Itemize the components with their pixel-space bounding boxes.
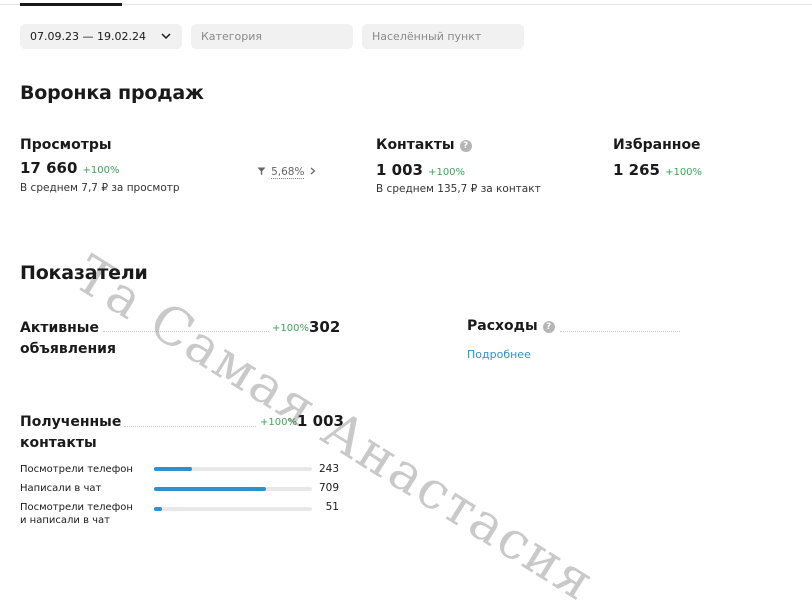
help-icon[interactable]: ? — [459, 140, 472, 152]
category-select[interactable]: Категория — [191, 24, 353, 49]
breakdown-label-line1: Посмотрели телефон — [20, 464, 133, 475]
breakdown-bar-fill — [154, 507, 162, 511]
breakdown-label-line2: и написали в чат — [20, 515, 111, 526]
favorites-value: 1 265 — [613, 161, 660, 179]
date-range-select[interactable]: 07.09.23 — 19.02.24 — [20, 24, 182, 49]
received-contacts-label-line2: контакты — [20, 435, 97, 451]
views-subtext: В среднем 7,7 ₽ за просмотр — [20, 182, 180, 194]
breakdown-bar-fill — [154, 467, 192, 471]
leader-dots — [103, 331, 269, 332]
leader-dots — [560, 331, 680, 332]
contacts-value: 1 003 — [376, 161, 423, 179]
funnel-title: Воронка продаж — [20, 82, 204, 104]
received-contacts-value: 1 003 — [297, 412, 344, 430]
breakdown-value: 51 — [325, 501, 339, 513]
active-ads-value: 302 — [309, 318, 341, 336]
breakdown-value: 243 — [318, 463, 339, 475]
filter-funnel-icon — [257, 167, 266, 176]
date-range-value: 07.09.23 — 19.02.24 — [30, 30, 146, 43]
conversion-value: 5,68% — [271, 166, 305, 179]
contacts-metric: 1 003 +100% — [376, 160, 465, 179]
chevron-down-icon — [161, 33, 171, 40]
received-contacts-change: +100% — [260, 417, 297, 428]
breakdown-label: Посмотрели телефон и написали в чат — [20, 501, 133, 527]
favorites-metric: 1 265 +100% — [613, 160, 702, 179]
contacts-label: Контакты — [376, 137, 455, 153]
breakdown-label-line1: Написали в чат — [20, 483, 102, 494]
contacts-subtext: В среднем 135,7 ₽ за контакт — [376, 183, 541, 195]
views-conversion[interactable]: 5,68% — [257, 160, 316, 179]
contacts-change: +100% — [428, 167, 466, 178]
indicators-title: Показатели — [20, 262, 148, 284]
leader-dots — [124, 426, 256, 427]
breakdown-bar-fill — [154, 487, 267, 491]
contacts-label-wrap: Контакты? — [376, 137, 472, 153]
received-contacts-label-line1: Полученные — [20, 414, 122, 430]
active-ads-label-line2: объявления — [20, 341, 116, 357]
views-change: +100% — [82, 165, 120, 176]
category-placeholder: Категория — [201, 30, 262, 43]
expenses-details-link[interactable]: Подробнее — [467, 348, 531, 361]
views-value: 17 660 — [20, 159, 78, 177]
city-placeholder: Населённый пункт — [372, 30, 482, 43]
views-metric: 17 660 +100% — [20, 158, 119, 177]
breakdown-bar-track — [154, 467, 312, 471]
breakdown-bar-track — [154, 507, 312, 511]
breakdown-value: 709 — [318, 482, 339, 494]
views-label: Просмотры — [20, 137, 112, 153]
expenses-label-wrap: Расходы? — [467, 318, 555, 334]
breakdown-label-line1: Посмотрели телефон — [20, 502, 133, 513]
active-ads-label-line1: Активные — [20, 320, 99, 336]
active-ads-change: +100% — [272, 323, 309, 334]
tab-active-indicator — [20, 3, 122, 6]
breakdown-label: Написали в чат — [20, 482, 101, 495]
chevron-right-icon — [310, 167, 315, 175]
city-select[interactable]: Населённый пункт — [362, 24, 524, 49]
favorites-label: Избранное — [613, 137, 701, 153]
help-icon[interactable]: ? — [542, 321, 555, 333]
expenses-label: Расходы — [467, 318, 538, 334]
favorites-change: +100% — [665, 167, 703, 178]
active-ads-label: Активные объявления — [20, 318, 116, 360]
received-contacts-label: Полученные контакты — [20, 412, 121, 454]
breakdown-label: Посмотрели телефон — [20, 463, 133, 476]
breakdown-bar-track — [154, 487, 312, 491]
